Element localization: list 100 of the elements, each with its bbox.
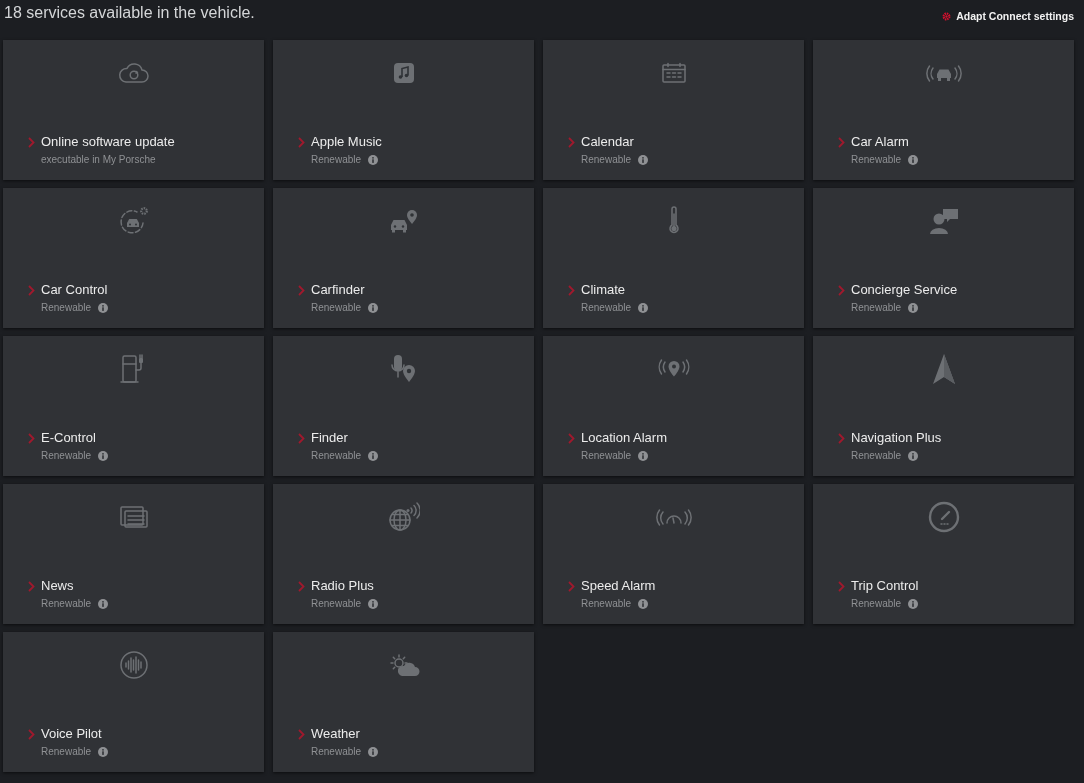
service-tile[interactable]: Online software update executable in My Porsche <box>3 40 264 180</box>
info-icon[interactable] <box>908 599 919 609</box>
service-status: executable in My Porsche <box>41 153 156 167</box>
chevron-icon <box>28 580 35 592</box>
info-icon[interactable] <box>368 747 379 757</box>
chevron-icon <box>298 284 305 296</box>
service-tile[interactable]: Weather Renewable <box>273 632 534 772</box>
service-status: Renewable <box>311 745 362 759</box>
chevron-icon <box>298 136 305 148</box>
chevron-icon <box>298 432 305 444</box>
info-icon[interactable] <box>638 155 649 165</box>
service-title: Radio Plus <box>311 578 374 594</box>
service-title: Navigation Plus <box>851 430 942 446</box>
service-status: Renewable <box>311 153 362 167</box>
info-icon[interactable] <box>98 451 109 461</box>
service-status: Renewable <box>851 301 902 315</box>
service-tile[interactable]: Radio Plus Renewable <box>273 484 534 624</box>
service-status: Renewable <box>581 301 632 315</box>
chevron-icon <box>298 580 305 592</box>
page-heading: 18 services available in the vehicle. <box>4 3 255 23</box>
chevron-icon <box>28 284 35 296</box>
info-icon[interactable] <box>368 451 379 461</box>
service-status: Renewable <box>41 745 92 759</box>
info-icon[interactable] <box>98 747 109 757</box>
gauge-icon <box>927 501 960 533</box>
info-icon[interactable] <box>368 599 379 609</box>
chevron-icon <box>568 432 575 444</box>
info-icon[interactable] <box>638 303 649 313</box>
chevron-icon <box>28 728 35 740</box>
info-icon[interactable] <box>368 303 379 313</box>
service-status: Renewable <box>581 597 632 611</box>
info-icon[interactable] <box>908 451 919 461</box>
car-signal-icon <box>925 63 962 83</box>
service-status: Renewable <box>851 153 902 167</box>
service-title: Car Control <box>41 282 108 298</box>
chevron-icon <box>568 136 575 148</box>
chevron-icon <box>298 728 305 740</box>
chevron-icon <box>28 136 35 148</box>
service-tile[interactable]: Concierge Service Renewable <box>813 188 1074 328</box>
service-title: Trip Control <box>851 578 919 594</box>
service-tile[interactable]: Trip Control Renewable <box>813 484 1074 624</box>
service-title: Location Alarm <box>581 430 667 446</box>
music-note-icon <box>391 61 416 85</box>
service-title: Car Alarm <box>851 134 909 150</box>
sound-wave-icon <box>118 650 149 680</box>
service-tile[interactable]: Car Alarm Renewable <box>813 40 1074 180</box>
info-icon[interactable] <box>638 599 649 609</box>
service-title: Calendar <box>581 134 634 150</box>
navigation-arrow-icon <box>931 353 956 385</box>
service-status: Renewable <box>851 449 902 463</box>
service-tile[interactable]: Carfinder Renewable <box>273 188 534 328</box>
service-tile[interactable]: Voice Pilot Renewable <box>3 632 264 772</box>
service-status: Renewable <box>41 301 92 315</box>
service-title: News <box>41 578 74 594</box>
service-title: Online software update <box>41 134 175 150</box>
settings-icon <box>942 11 952 21</box>
settings-link[interactable]: Adapt Connect settings <box>942 9 1074 23</box>
service-status: Renewable <box>41 449 92 463</box>
gauge-signal-icon <box>654 508 693 526</box>
service-tile[interactable]: Finder Renewable <box>273 336 534 476</box>
info-icon[interactable] <box>908 303 919 313</box>
service-status: Renewable <box>311 597 362 611</box>
chevron-icon <box>28 432 35 444</box>
chevron-icon <box>838 432 845 444</box>
service-title: Speed Alarm <box>581 578 656 594</box>
service-tile[interactable]: Climate Renewable <box>543 188 804 328</box>
service-status: Renewable <box>311 449 362 463</box>
chevron-icon <box>838 136 845 148</box>
chevron-icon <box>838 580 845 592</box>
service-tile[interactable]: Car Control Renewable <box>3 188 264 328</box>
service-title: Carfinder <box>311 282 365 298</box>
service-title: Apple Music <box>311 134 382 150</box>
chevron-icon <box>568 580 575 592</box>
service-title: Finder <box>311 430 348 446</box>
service-title: Weather <box>311 726 360 742</box>
info-icon[interactable] <box>908 155 919 165</box>
service-tile[interactable]: Navigation Plus Renewable <box>813 336 1074 476</box>
service-tile[interactable]: Speed Alarm Renewable <box>543 484 804 624</box>
info-icon[interactable] <box>98 599 109 609</box>
service-tile[interactable]: Calendar Renewable <box>543 40 804 180</box>
service-title: E-Control <box>41 430 96 446</box>
info-icon[interactable] <box>98 303 109 313</box>
service-title: Concierge Service <box>851 282 958 298</box>
info-icon[interactable] <box>368 155 379 165</box>
service-tile[interactable]: News Renewable <box>3 484 264 624</box>
service-status: Renewable <box>581 153 632 167</box>
cloud-sync-icon <box>116 61 151 85</box>
service-status: Renewable <box>41 597 92 611</box>
car-pin-icon <box>388 209 419 233</box>
service-status: Renewable <box>581 449 632 463</box>
service-tile[interactable]: Location Alarm Renewable <box>543 336 804 476</box>
globe-signal-icon <box>387 501 420 533</box>
info-icon[interactable] <box>638 451 649 461</box>
newspaper-icon <box>118 505 149 529</box>
calendar-icon <box>660 62 687 84</box>
service-title: Voice Pilot <box>41 726 102 742</box>
service-tile[interactable]: Apple Music Renewable <box>273 40 534 180</box>
service-tile[interactable]: E-Control Renewable <box>3 336 264 476</box>
service-title: Climate <box>581 282 626 298</box>
service-status: Renewable <box>311 301 362 315</box>
